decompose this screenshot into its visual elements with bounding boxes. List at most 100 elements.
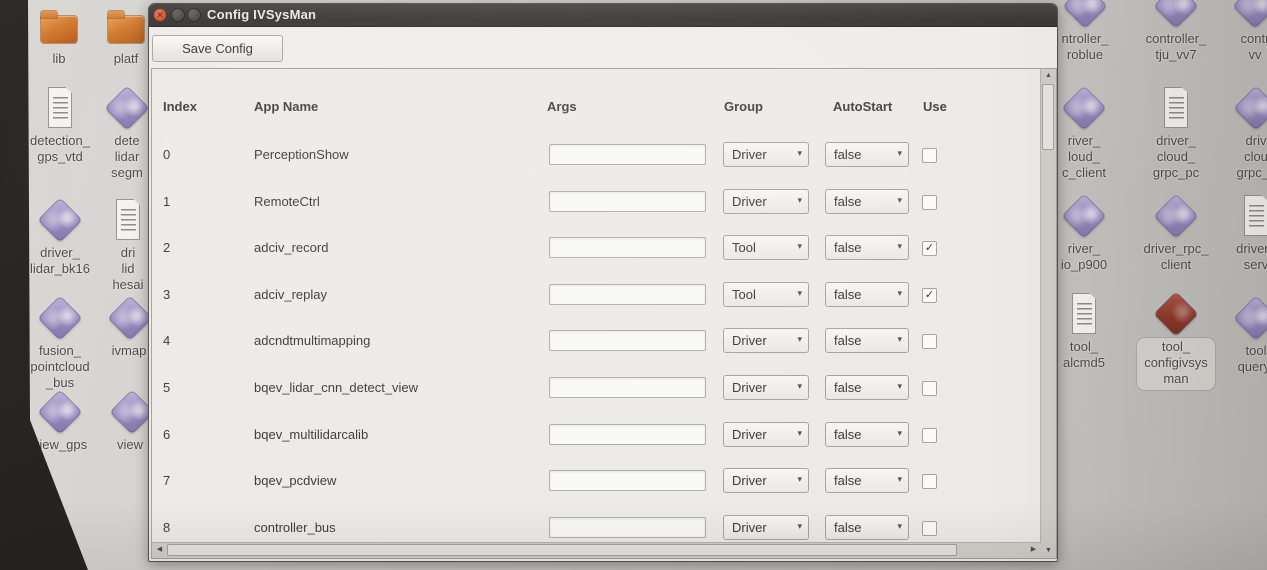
icon-label: dete lidar segm [104, 133, 150, 181]
desktop-icon-tool-configivsysman[interactable]: tool_ configivsys man [1134, 292, 1218, 390]
args-input[interactable] [549, 284, 706, 305]
vertical-scroll-thumb[interactable] [1042, 84, 1054, 150]
desktop-icon-controller-roblue[interactable]: ntroller_ roblue [1050, 0, 1120, 63]
args-input[interactable] [549, 517, 706, 538]
use-checkbox[interactable]: ✓ [922, 241, 937, 256]
autostart-dropdown[interactable]: false▾ [825, 282, 909, 307]
desktop-icon-driver-cloud-grpc-s[interactable]: driv clou grpc_s [1224, 86, 1267, 181]
close-button[interactable]: ✕ [153, 8, 167, 22]
desktop-icon-dete-lidar-segm[interactable]: dete lidar segm [104, 86, 150, 181]
header-index: Index [163, 99, 197, 114]
diamond-icon [38, 198, 82, 242]
desktop-icon-driver-cloud-grpc-pc[interactable]: driver_ cloud_ grpc_pc [1142, 86, 1210, 181]
group-value: Driver [732, 427, 767, 442]
desktop-icon-controller-tju-vv7[interactable]: controller_ tju_vv7 [1140, 0, 1212, 63]
horizontal-scrollbar[interactable]: ◀ ▶ [152, 542, 1041, 558]
desktop-icon-dri-lid-hesai[interactable]: dri lid hesai [106, 198, 150, 293]
args-input[interactable] [549, 237, 706, 258]
table-row: 7bqev_pcdviewDriver▾false▾ [152, 458, 1041, 504]
use-checkbox[interactable] [922, 334, 937, 349]
document-icon [1062, 292, 1106, 336]
row-app-name: bqev_multilidarcalib [254, 427, 368, 442]
autostart-dropdown[interactable]: false▾ [825, 235, 909, 260]
window-title: Config IVSysMan [207, 7, 316, 22]
group-dropdown[interactable]: Driver▾ [723, 515, 809, 540]
group-dropdown[interactable]: Driver▾ [723, 189, 809, 214]
icon-label: river_ io_p900 [1048, 241, 1120, 273]
group-dropdown[interactable]: Driver▾ [723, 375, 809, 400]
group-dropdown[interactable]: Tool▾ [723, 235, 809, 260]
icon-label: tool queryr [1224, 343, 1267, 375]
document-icon [1154, 86, 1198, 130]
desktop-icon-lib[interactable]: lib [28, 4, 90, 67]
autostart-dropdown[interactable]: false▾ [825, 328, 909, 353]
args-input[interactable] [549, 330, 706, 351]
group-dropdown[interactable]: Driver▾ [723, 422, 809, 447]
group-dropdown[interactable]: Tool▾ [723, 282, 809, 307]
args-input[interactable] [549, 144, 706, 165]
chevron-down-icon: ▾ [897, 381, 902, 392]
titlebar[interactable]: ✕ Config IVSysMan [149, 4, 1057, 27]
desktop-icon-driver-io-p900[interactable]: river_ io_p900 [1048, 194, 1120, 273]
scroll-left-icon[interactable]: ◀ [152, 543, 167, 557]
horizontal-scroll-thumb[interactable] [167, 544, 957, 556]
table-row: 4adcndtmultimappingDriver▾false▾ [152, 318, 1041, 364]
vertical-scrollbar[interactable]: ▲ ▼ [1040, 69, 1056, 558]
group-value: Driver [732, 473, 767, 488]
use-checkbox[interactable]: ✓ [922, 288, 937, 303]
chevron-down-icon: ▾ [797, 288, 802, 299]
desktop-icon-platf[interactable]: platf [98, 4, 154, 67]
autostart-dropdown[interactable]: false▾ [825, 142, 909, 167]
scroll-down-icon[interactable]: ▼ [1041, 544, 1056, 558]
use-checkbox[interactable] [922, 428, 937, 443]
chevron-down-icon: ▾ [897, 288, 902, 299]
minimize-button[interactable] [171, 8, 185, 22]
autostart-dropdown[interactable]: false▾ [825, 189, 909, 214]
header-group: Group [724, 99, 763, 114]
scroll-up-icon[interactable]: ▲ [1041, 69, 1056, 83]
desktop-icon-fusion-pointcloud-bus[interactable]: fusion_ pointcloud _bus [26, 296, 94, 391]
args-input[interactable] [549, 191, 706, 212]
autostart-dropdown[interactable]: false▾ [825, 468, 909, 493]
scroll-right-icon[interactable]: ▶ [1026, 543, 1041, 557]
use-checkbox[interactable] [922, 521, 937, 536]
group-value: Driver [732, 333, 767, 348]
desktop-icon-driver-serv[interactable]: driver_ serv [1224, 194, 1267, 273]
args-input[interactable] [549, 424, 706, 445]
desktop-icon-contr-vv[interactable]: contr vv [1222, 0, 1267, 63]
icon-label: river_ loud_ c_client [1048, 133, 1120, 181]
autostart-dropdown[interactable]: false▾ [825, 515, 909, 540]
group-dropdown[interactable]: Driver▾ [723, 328, 809, 353]
chevron-down-icon: ▾ [797, 195, 802, 206]
save-config-button[interactable]: Save Config [152, 35, 283, 62]
autostart-dropdown[interactable]: false▾ [825, 375, 909, 400]
maximize-button[interactable] [187, 8, 201, 22]
document-icon [106, 198, 150, 242]
use-checkbox[interactable] [922, 195, 937, 210]
desktop-icon-ivmap[interactable]: ivmap [108, 296, 150, 359]
group-dropdown[interactable]: Driver▾ [723, 142, 809, 167]
desktop-icon-driver-cloud-client[interactable]: river_ loud_ c_client [1048, 86, 1120, 181]
use-checkbox[interactable] [922, 474, 937, 489]
row-index: 3 [163, 287, 170, 302]
diamond-icon [108, 296, 152, 340]
header-use: Use [923, 99, 947, 114]
args-input[interactable] [549, 470, 706, 491]
autostart-dropdown[interactable]: false▾ [825, 422, 909, 447]
args-input[interactable] [549, 377, 706, 398]
use-checkbox[interactable] [922, 148, 937, 163]
desktop-icon-view-gps[interactable]: view_gps [26, 390, 94, 453]
desktop-icon-view[interactable]: view [110, 390, 150, 453]
diamond-icon [1154, 194, 1198, 238]
desktop-icon-tool-alcmd5[interactable]: tool_ alcmd5 [1048, 292, 1120, 371]
desktop-icon-driver-lidar-bk16[interactable]: driver_ lidar_bk16 [22, 198, 98, 277]
diamond-icon [1154, 0, 1198, 28]
desktop-icon-detection-gps-vtd[interactable]: detection_ gps_vtd [24, 86, 96, 165]
autostart-value: false [834, 240, 861, 255]
desktop-icon-tool-queryr[interactable]: tool queryr [1224, 296, 1267, 375]
icon-label: contr vv [1222, 31, 1267, 63]
use-checkbox[interactable] [922, 381, 937, 396]
group-dropdown[interactable]: Driver▾ [723, 468, 809, 493]
group-value: Driver [732, 380, 767, 395]
desktop-icon-driver-rpc-client[interactable]: driver_rpc_ client [1136, 194, 1216, 273]
